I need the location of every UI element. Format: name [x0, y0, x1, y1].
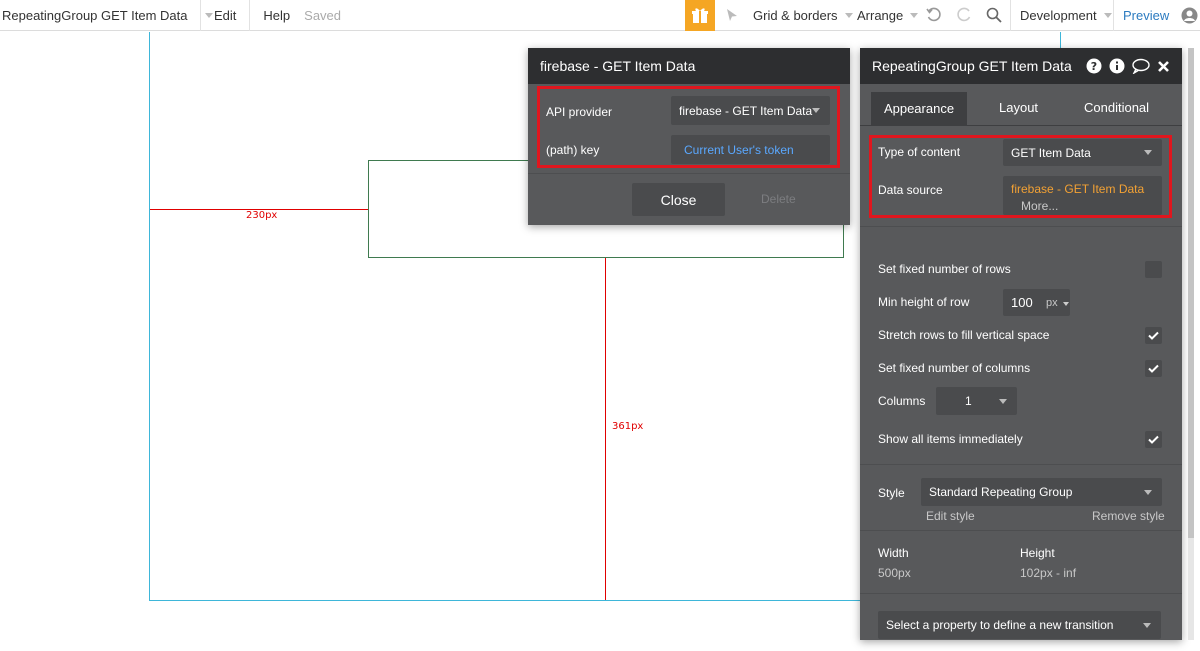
delete-button[interactable]: Delete — [761, 192, 796, 206]
edit-style-link[interactable]: Edit style — [926, 509, 975, 523]
chevron-down-icon — [1062, 301, 1069, 306]
checkmark-icon — [1148, 331, 1159, 340]
transition-placeholder: Select a property to define a new transi… — [886, 618, 1114, 632]
divider — [1010, 0, 1011, 31]
unit-select[interactable]: px — [1046, 297, 1069, 309]
min-height-input[interactable]: 100 px — [1003, 289, 1070, 316]
show-all-checkbox[interactable] — [1145, 431, 1162, 448]
fixed-columns-label: Set fixed number of columns — [878, 361, 1031, 375]
section-divider — [860, 464, 1182, 465]
style-label: Style — [878, 486, 905, 500]
tab-layout[interactable]: Layout — [999, 100, 1038, 115]
cursor-tool[interactable] — [722, 0, 742, 31]
header-actions: ? — [1086, 58, 1170, 74]
chevron-down-icon — [1143, 622, 1151, 628]
style-value: Standard Repeating Group — [929, 485, 1073, 499]
chevron-down-icon — [1144, 489, 1152, 495]
height-value: 102px - inf — [1020, 566, 1077, 580]
grid-borders-menu[interactable]: Grid & borders — [753, 0, 853, 31]
close-icon[interactable] — [1157, 60, 1170, 73]
cursor-icon — [727, 9, 737, 21]
style-dropdown[interactable]: Standard Repeating Group — [921, 478, 1162, 506]
preview-button[interactable]: Preview — [1123, 0, 1169, 31]
saved-status: Saved — [304, 7, 342, 23]
stretch-rows-checkbox[interactable] — [1145, 327, 1162, 344]
close-button[interactable]: Close — [632, 183, 725, 216]
vertical-distance-line — [605, 258, 606, 600]
min-height-label: Min height of row — [878, 295, 970, 309]
min-height-value: 100 — [1011, 295, 1033, 310]
unit-value: px — [1046, 296, 1058, 309]
chevron-down-icon — [999, 398, 1007, 404]
search-icon — [986, 7, 1002, 23]
vertical-distance-label: 361px — [612, 421, 644, 432]
fixed-columns-checkbox[interactable] — [1145, 360, 1162, 377]
dialog-divider — [528, 173, 850, 174]
property-editor-header: RepeatingGroup GET Item Data ? — [860, 48, 1182, 84]
width-label: Width — [878, 546, 909, 560]
section-divider — [860, 226, 1182, 227]
chevron-down-icon — [910, 12, 919, 18]
scrollbar-thumb[interactable] — [1188, 48, 1194, 538]
gift-icon — [692, 8, 708, 23]
undo-icon — [926, 7, 941, 22]
page-name: RepeatingGroup GET Item Data — [2, 7, 188, 23]
checkmark-icon — [1148, 364, 1159, 373]
property-editor: RepeatingGroup GET Item Data ? Appearanc… — [860, 48, 1182, 640]
arrange-menu[interactable]: Arrange — [857, 0, 919, 31]
comment-icon[interactable] — [1132, 58, 1150, 74]
top-toolbar: RepeatingGroup GET Item Data Edit Help S… — [0, 0, 1200, 31]
user-avatar-icon — [1181, 7, 1198, 23]
page-border-left — [149, 32, 150, 600]
svg-text:?: ? — [1091, 60, 1097, 73]
checkmark-icon — [1148, 435, 1159, 444]
version-selector[interactable]: Development — [1020, 0, 1112, 31]
redo-icon — [957, 7, 971, 22]
account-button[interactable] — [1181, 0, 1198, 31]
section-divider — [860, 530, 1182, 531]
width-value: 500px — [878, 566, 911, 580]
version-label: Development — [1020, 7, 1097, 23]
api-data-dialog: firebase - GET Item Data API provider fi… — [528, 48, 850, 225]
section-divider — [860, 593, 1182, 594]
columns-dropdown[interactable]: 1 — [936, 387, 1017, 415]
grid-borders-label: Grid & borders — [753, 7, 838, 23]
fixed-rows-label: Set fixed number of rows — [878, 262, 1011, 276]
redo-button[interactable] — [955, 0, 973, 31]
undo-button[interactable] — [925, 0, 943, 31]
property-editor-title: RepeatingGroup GET Item Data — [872, 58, 1072, 74]
transition-dropdown[interactable]: Select a property to define a new transi… — [878, 611, 1161, 639]
bubble-editor: RepeatingGroup GET Item Data Edit Help S… — [0, 0, 1200, 651]
horizontal-distance-label: 230px — [246, 210, 278, 221]
tabs-divider — [860, 125, 1182, 126]
page-selector[interactable]: RepeatingGroup GET Item Data — [0, 0, 214, 31]
highlight-box — [869, 135, 1172, 218]
fixed-rows-checkbox[interactable] — [1145, 261, 1162, 278]
page-border-bottom — [149, 600, 860, 601]
page-border-right — [1060, 32, 1061, 48]
remove-style-link[interactable]: Remove style — [1092, 509, 1165, 523]
search-button[interactable] — [986, 0, 1002, 31]
help-icon[interactable]: ? — [1086, 58, 1102, 74]
columns-label: Columns — [878, 394, 926, 408]
chevron-down-icon — [844, 12, 853, 18]
help-menu[interactable]: Help — [250, 0, 290, 31]
panel-scrollbar[interactable] — [1188, 48, 1194, 640]
arrange-label: Arrange — [857, 7, 904, 23]
divider — [1113, 0, 1114, 31]
height-label: Height — [1020, 546, 1055, 560]
edit-menu[interactable]: Edit — [201, 0, 249, 31]
show-all-label: Show all items immediately — [878, 432, 1023, 446]
stretch-rows-label: Stretch rows to fill vertical space — [878, 328, 1050, 342]
highlight-box — [537, 86, 840, 168]
tab-conditional[interactable]: Conditional — [1084, 100, 1149, 115]
tab-appearance[interactable]: Appearance — [871, 92, 967, 125]
info-icon[interactable] — [1109, 58, 1125, 74]
gift-button[interactable] — [685, 0, 715, 31]
dialog-title: firebase - GET Item Data — [528, 48, 850, 84]
columns-value: 1 — [965, 394, 972, 408]
chevron-down-icon — [1103, 12, 1112, 18]
